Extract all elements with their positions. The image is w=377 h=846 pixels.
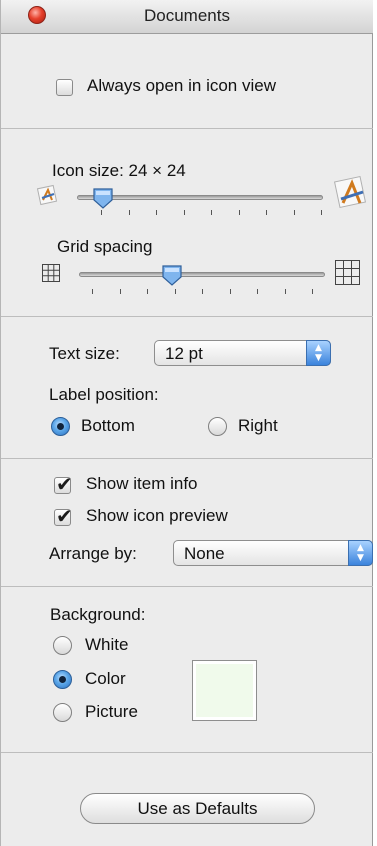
background-color-swatch[interactable]: [192, 660, 257, 721]
large-icon-preview-icon: [333, 175, 367, 209]
slider-tick: [101, 210, 102, 215]
text-size-popup[interactable]: 12 pt ▲ ▼: [154, 340, 331, 366]
background-color-label: Color: [85, 669, 126, 688]
slider-tick: [321, 210, 322, 215]
slider-tick: [92, 289, 93, 294]
grid-spacing-slider-track[interactable]: [79, 272, 325, 277]
arrange-by-popup[interactable]: None ▲ ▼: [173, 540, 373, 566]
slider-tick: [229, 289, 231, 294]
separator: [1, 586, 373, 587]
small-grid-icon: [42, 264, 60, 282]
background-picture-label: Picture: [85, 702, 138, 721]
slider-tick: [293, 210, 295, 215]
slider-tick: [312, 289, 313, 294]
grid-spacing-label: Grid spacing: [57, 237, 153, 256]
slider-tick: [147, 289, 148, 294]
always-open-label: Always open in icon view: [87, 76, 276, 95]
background-white-radio[interactable]: [53, 636, 72, 655]
separator: [1, 128, 373, 129]
label-position-label: Label position:: [49, 385, 159, 404]
label-position-bottom-label: Bottom: [81, 416, 135, 435]
icon-size-label: Icon size: 24 × 24: [52, 161, 186, 180]
background-color-radio[interactable]: [53, 670, 72, 689]
text-size-label: Text size:: [49, 344, 120, 363]
always-open-checkbox[interactable]: [56, 79, 73, 96]
checkmark-icon: ✔: [56, 472, 73, 496]
slider-tick: [284, 289, 286, 294]
large-grid-icon: [335, 260, 360, 285]
label-position-right-radio[interactable]: [208, 417, 227, 436]
grid-spacing-slider-knob[interactable]: [161, 264, 183, 286]
label-position-bottom-radio[interactable]: [51, 417, 70, 436]
arrange-by-value: None: [184, 544, 225, 563]
background-white-label: White: [85, 635, 129, 654]
slider-tick: [238, 210, 240, 215]
slider-tick: [257, 289, 258, 294]
label-position-right-label: Right: [238, 416, 278, 435]
slider-tick: [119, 289, 121, 294]
show-item-info-checkbox[interactable]: ✔: [54, 472, 73, 496]
slider-tick: [156, 210, 157, 215]
icon-size-slider-knob[interactable]: [92, 187, 114, 209]
background-picture-radio[interactable]: [53, 703, 72, 722]
show-item-info-label: Show item info: [86, 474, 198, 493]
popup-arrows-icon: ▲ ▼: [348, 540, 373, 566]
show-icon-preview-checkbox[interactable]: ✔: [54, 504, 73, 528]
separator: [1, 458, 373, 459]
popup-arrows-icon: ▲ ▼: [306, 340, 331, 366]
arrange-by-label: Arrange by:: [49, 544, 137, 563]
use-as-defaults-button[interactable]: Use as Defaults: [80, 793, 315, 824]
view-options-window: Documents Always open in icon view Icon …: [0, 0, 373, 846]
window-title: Documents: [144, 6, 230, 25]
background-label: Background:: [50, 605, 146, 624]
slider-tick: [174, 289, 176, 294]
small-icon-preview-icon: [37, 184, 58, 206]
title-bar[interactable]: Documents: [1, 0, 373, 34]
show-icon-preview-label: Show icon preview: [86, 506, 228, 525]
separator: [1, 752, 373, 753]
slider-tick: [128, 210, 130, 215]
slider-tick: [183, 210, 185, 215]
separator: [1, 316, 373, 317]
slider-tick: [266, 210, 267, 215]
text-size-value: 12 pt: [165, 344, 203, 363]
checkmark-icon: ✔: [56, 504, 73, 528]
slider-tick: [211, 210, 212, 215]
slider-tick: [202, 289, 203, 294]
